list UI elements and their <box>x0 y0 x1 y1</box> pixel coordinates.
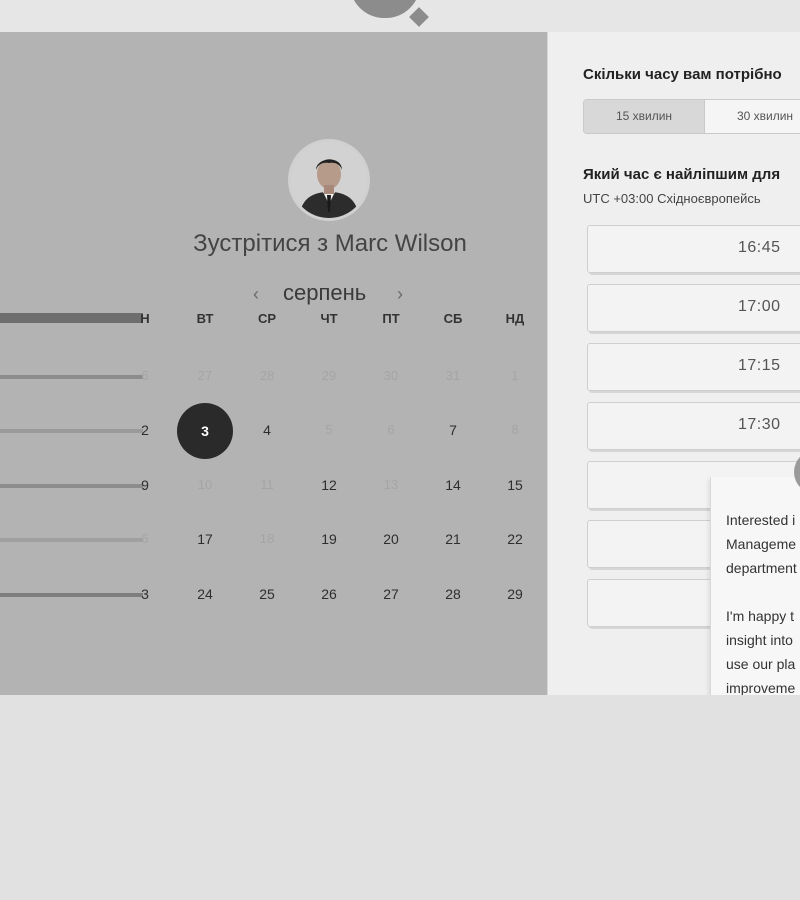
weekday-header: Н <box>140 311 150 326</box>
calendar-day[interactable]: 27 <box>366 586 416 602</box>
chevron-left-icon[interactable]: ‹ <box>253 284 259 305</box>
booking-panel: Скільки часу вам потрібно 15 хвилин 30 х… <box>547 32 800 695</box>
calendar-day[interactable]: 7 <box>428 422 478 438</box>
calendar-day[interactable]: 9 <box>120 477 170 493</box>
duration-option-15[interactable]: 15 хвилин <box>584 100 705 133</box>
popup-text-line: Interested i <box>726 512 796 528</box>
weekday-header: ПТ <box>382 311 400 326</box>
calendar-day: 6 <box>387 422 395 437</box>
duration-question: Скільки часу вам потрібно <box>583 66 782 83</box>
calendar-day[interactable]: 17 <box>180 531 230 547</box>
calendar-day: 27 <box>197 368 213 383</box>
calendar-day: 30 <box>383 368 399 383</box>
calendar-panel: Зустрітися з Marc Wilson ‹ серпень › Н ВТ… <box>0 32 547 695</box>
timezone-label[interactable]: UTC +03:00 Східноєвропейсь <box>583 191 761 206</box>
weekday-header: ВТ <box>196 311 214 326</box>
calendar-day: 6 <box>141 368 149 383</box>
calendar-day: 11 <box>260 477 274 492</box>
calendar-day[interactable]: 2 <box>120 422 170 438</box>
user-avatar <box>288 139 370 221</box>
time-question: Який час є найліпшим для <box>583 166 781 183</box>
weekday-header: ЧТ <box>320 311 338 326</box>
chat-popup[interactable]: Interested i Manageme department I'm hap… <box>710 477 800 695</box>
calendar-day: 5 <box>325 422 333 437</box>
calendar-day: 31 <box>445 368 461 383</box>
calendar-day[interactable]: 28 <box>428 586 478 602</box>
calendar-day[interactable]: 26 <box>304 586 354 602</box>
popup-text-line: department <box>726 560 797 576</box>
month-navigation: ‹ серпень › <box>253 280 408 312</box>
calendar-day[interactable]: 4 <box>242 422 292 438</box>
calendar-day[interactable]: 25 <box>242 586 292 602</box>
calendar-day: 29 <box>321 368 337 383</box>
duration-selector: 15 хвилин 30 хвилин <box>583 99 800 134</box>
calendar-day: 13 <box>383 477 399 492</box>
popup-text-line: Manageme <box>726 536 797 552</box>
calendar-day[interactable]: 22 <box>490 531 540 547</box>
calendar-day: 1 <box>511 368 519 383</box>
time-slot-label: 17:30 <box>738 416 781 433</box>
time-slot[interactable]: 17:15 <box>587 343 800 391</box>
time-slot-label: 16:45 <box>738 239 781 256</box>
calendar-day: 28 <box>259 368 275 383</box>
calendar-day[interactable]: 20 <box>366 531 416 547</box>
top-bar <box>0 0 800 33</box>
calendar-day[interactable]: 19 <box>304 531 354 547</box>
calendar-day[interactable]: 29 <box>490 586 540 602</box>
month-label: серпень <box>283 280 367 305</box>
popup-text-line: improveme <box>726 680 796 695</box>
speech-bubble-logo-icon <box>350 0 420 18</box>
calendar-day: 10 <box>197 477 213 492</box>
time-slot-label: 17:15 <box>738 357 781 374</box>
calendar-day[interactable]: 24 <box>180 586 230 602</box>
avatar-image-icon <box>291 142 367 218</box>
calendar-day[interactable]: 21 <box>428 531 478 547</box>
time-slot[interactable]: 17:00 <box>587 284 800 332</box>
chevron-right-icon[interactable]: › <box>397 284 403 305</box>
calendar-day[interactable]: 3 <box>120 586 170 602</box>
popup-text-line: I'm happy t <box>726 608 795 624</box>
calendar-day: 8 <box>511 422 519 437</box>
calendar-day: 18 <box>259 531 275 546</box>
calendar-day[interactable]: 14 <box>428 477 478 493</box>
weekday-header: НД <box>505 311 525 326</box>
time-slot[interactable]: 17:30 <box>587 402 800 450</box>
popup-text-line: use our pla <box>726 656 796 672</box>
duration-option-30[interactable]: 30 хвилин <box>705 100 800 133</box>
calendar-day: 6 <box>141 531 149 546</box>
time-slot[interactable]: 16:45 <box>587 225 800 273</box>
weekday-header: СР <box>257 311 277 326</box>
time-slot-label: 17:00 <box>738 298 781 315</box>
popup-text-line: insight into <box>726 632 793 648</box>
calendar-day-selected[interactable]: 3 <box>177 403 233 459</box>
weekday-header: СБ <box>443 311 463 326</box>
calendar-day[interactable]: 15 <box>490 477 540 493</box>
calendar-day[interactable]: 12 <box>304 477 354 493</box>
